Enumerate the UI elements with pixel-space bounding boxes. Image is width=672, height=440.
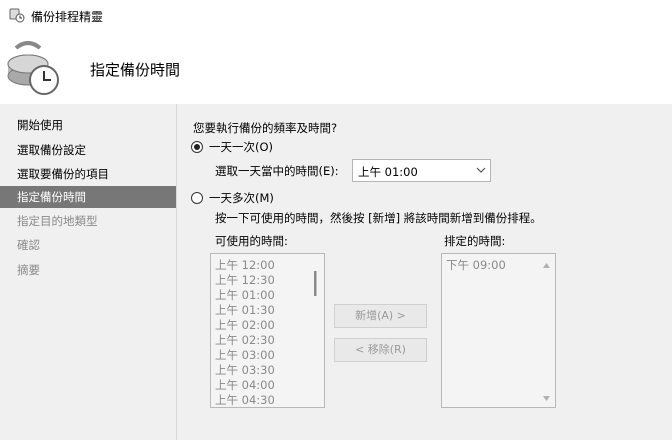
title-bar: 備份排程精靈 <box>0 0 672 30</box>
scheduled-times-label: 排定的時間: <box>444 234 506 248</box>
remove-time-button[interactable]: < 移除(R) <box>334 338 427 362</box>
sidebar-item-summary: 摘要 <box>17 263 40 277</box>
add-time-button[interactable]: 新增(A) > <box>334 304 427 328</box>
backup-clock-icon <box>7 41 59 95</box>
sidebar-item-select-items[interactable]: 選取要備份的項目 <box>0 163 176 185</box>
list-item[interactable]: 上午 04:00 <box>215 377 275 393</box>
sidebar-item-confirm: 確認 <box>17 238 40 252</box>
list-item[interactable]: 上午 12:30 <box>215 272 275 288</box>
chevron-down-icon <box>476 167 486 173</box>
sidebar-item-backup-time[interactable]: 指定備份時間 <box>0 186 176 208</box>
frequency-question: 您要執行備份的頻率及時間? <box>193 121 338 135</box>
time-of-day-select[interactable]: 上午 01:00 <box>352 159 491 182</box>
available-times-scrollbar[interactable] <box>308 255 323 408</box>
wizard-steps-sidebar: 開始使用 選取備份設定 選取要備份的項目 指定備份時間 指定目的地類型 確認 摘… <box>0 104 176 440</box>
list-item[interactable]: 上午 03:30 <box>215 362 275 378</box>
multiple-daily-radio[interactable] <box>191 192 203 204</box>
sidebar-item-destination-type: 指定目的地類型 <box>17 214 98 228</box>
list-item[interactable]: 上午 04:30 <box>215 392 275 407</box>
multiple-daily-label[interactable]: 一天多次(M) <box>209 190 274 206</box>
once-daily-radio[interactable] <box>191 141 203 153</box>
list-item[interactable]: 下午 09:00 <box>446 257 506 273</box>
list-item[interactable]: 上午 02:00 <box>215 317 275 333</box>
schedule-instruction: 按一下可使用的時間，然後按 [新增] 將該時間新增到備份排程。 <box>215 211 542 225</box>
list-item[interactable]: 上午 03:00 <box>215 347 275 363</box>
window-title: 備份排程精靈 <box>31 10 104 24</box>
time-of-day-value: 上午 01:00 <box>358 165 418 179</box>
scheduled-times-scrollbar[interactable] <box>539 255 554 408</box>
sidebar-item-getting-started[interactable]: 開始使用 <box>0 114 176 136</box>
main-panel: 您要執行備份的頻率及時間? 一天一次(O) 選取一天當中的時間(E): 上午 0… <box>177 104 672 440</box>
page-heading: 指定備份時間 <box>90 61 181 79</box>
list-item[interactable]: 上午 12:00 <box>215 257 275 273</box>
available-times-label: 可使用的時間: <box>215 234 288 248</box>
backup-app-icon <box>9 8 25 23</box>
scheduled-times-list[interactable]: 下午 09:00 <box>441 253 556 408</box>
once-daily-label[interactable]: 一天一次(O) <box>209 139 273 155</box>
list-item[interactable]: 上午 02:30 <box>215 332 275 348</box>
time-of-day-label: 選取一天當中的時間(E): <box>215 164 339 178</box>
wizard-header: 指定備份時間 <box>0 30 672 104</box>
list-item[interactable]: 上午 01:00 <box>215 287 275 303</box>
sidebar-item-backup-config[interactable]: 選取備份設定 <box>0 139 176 161</box>
list-item[interactable]: 上午 01:30 <box>215 302 275 318</box>
available-times-list[interactable]: 上午 12:00 上午 12:30 上午 01:00 上午 01:30 上午 0… <box>210 253 325 408</box>
